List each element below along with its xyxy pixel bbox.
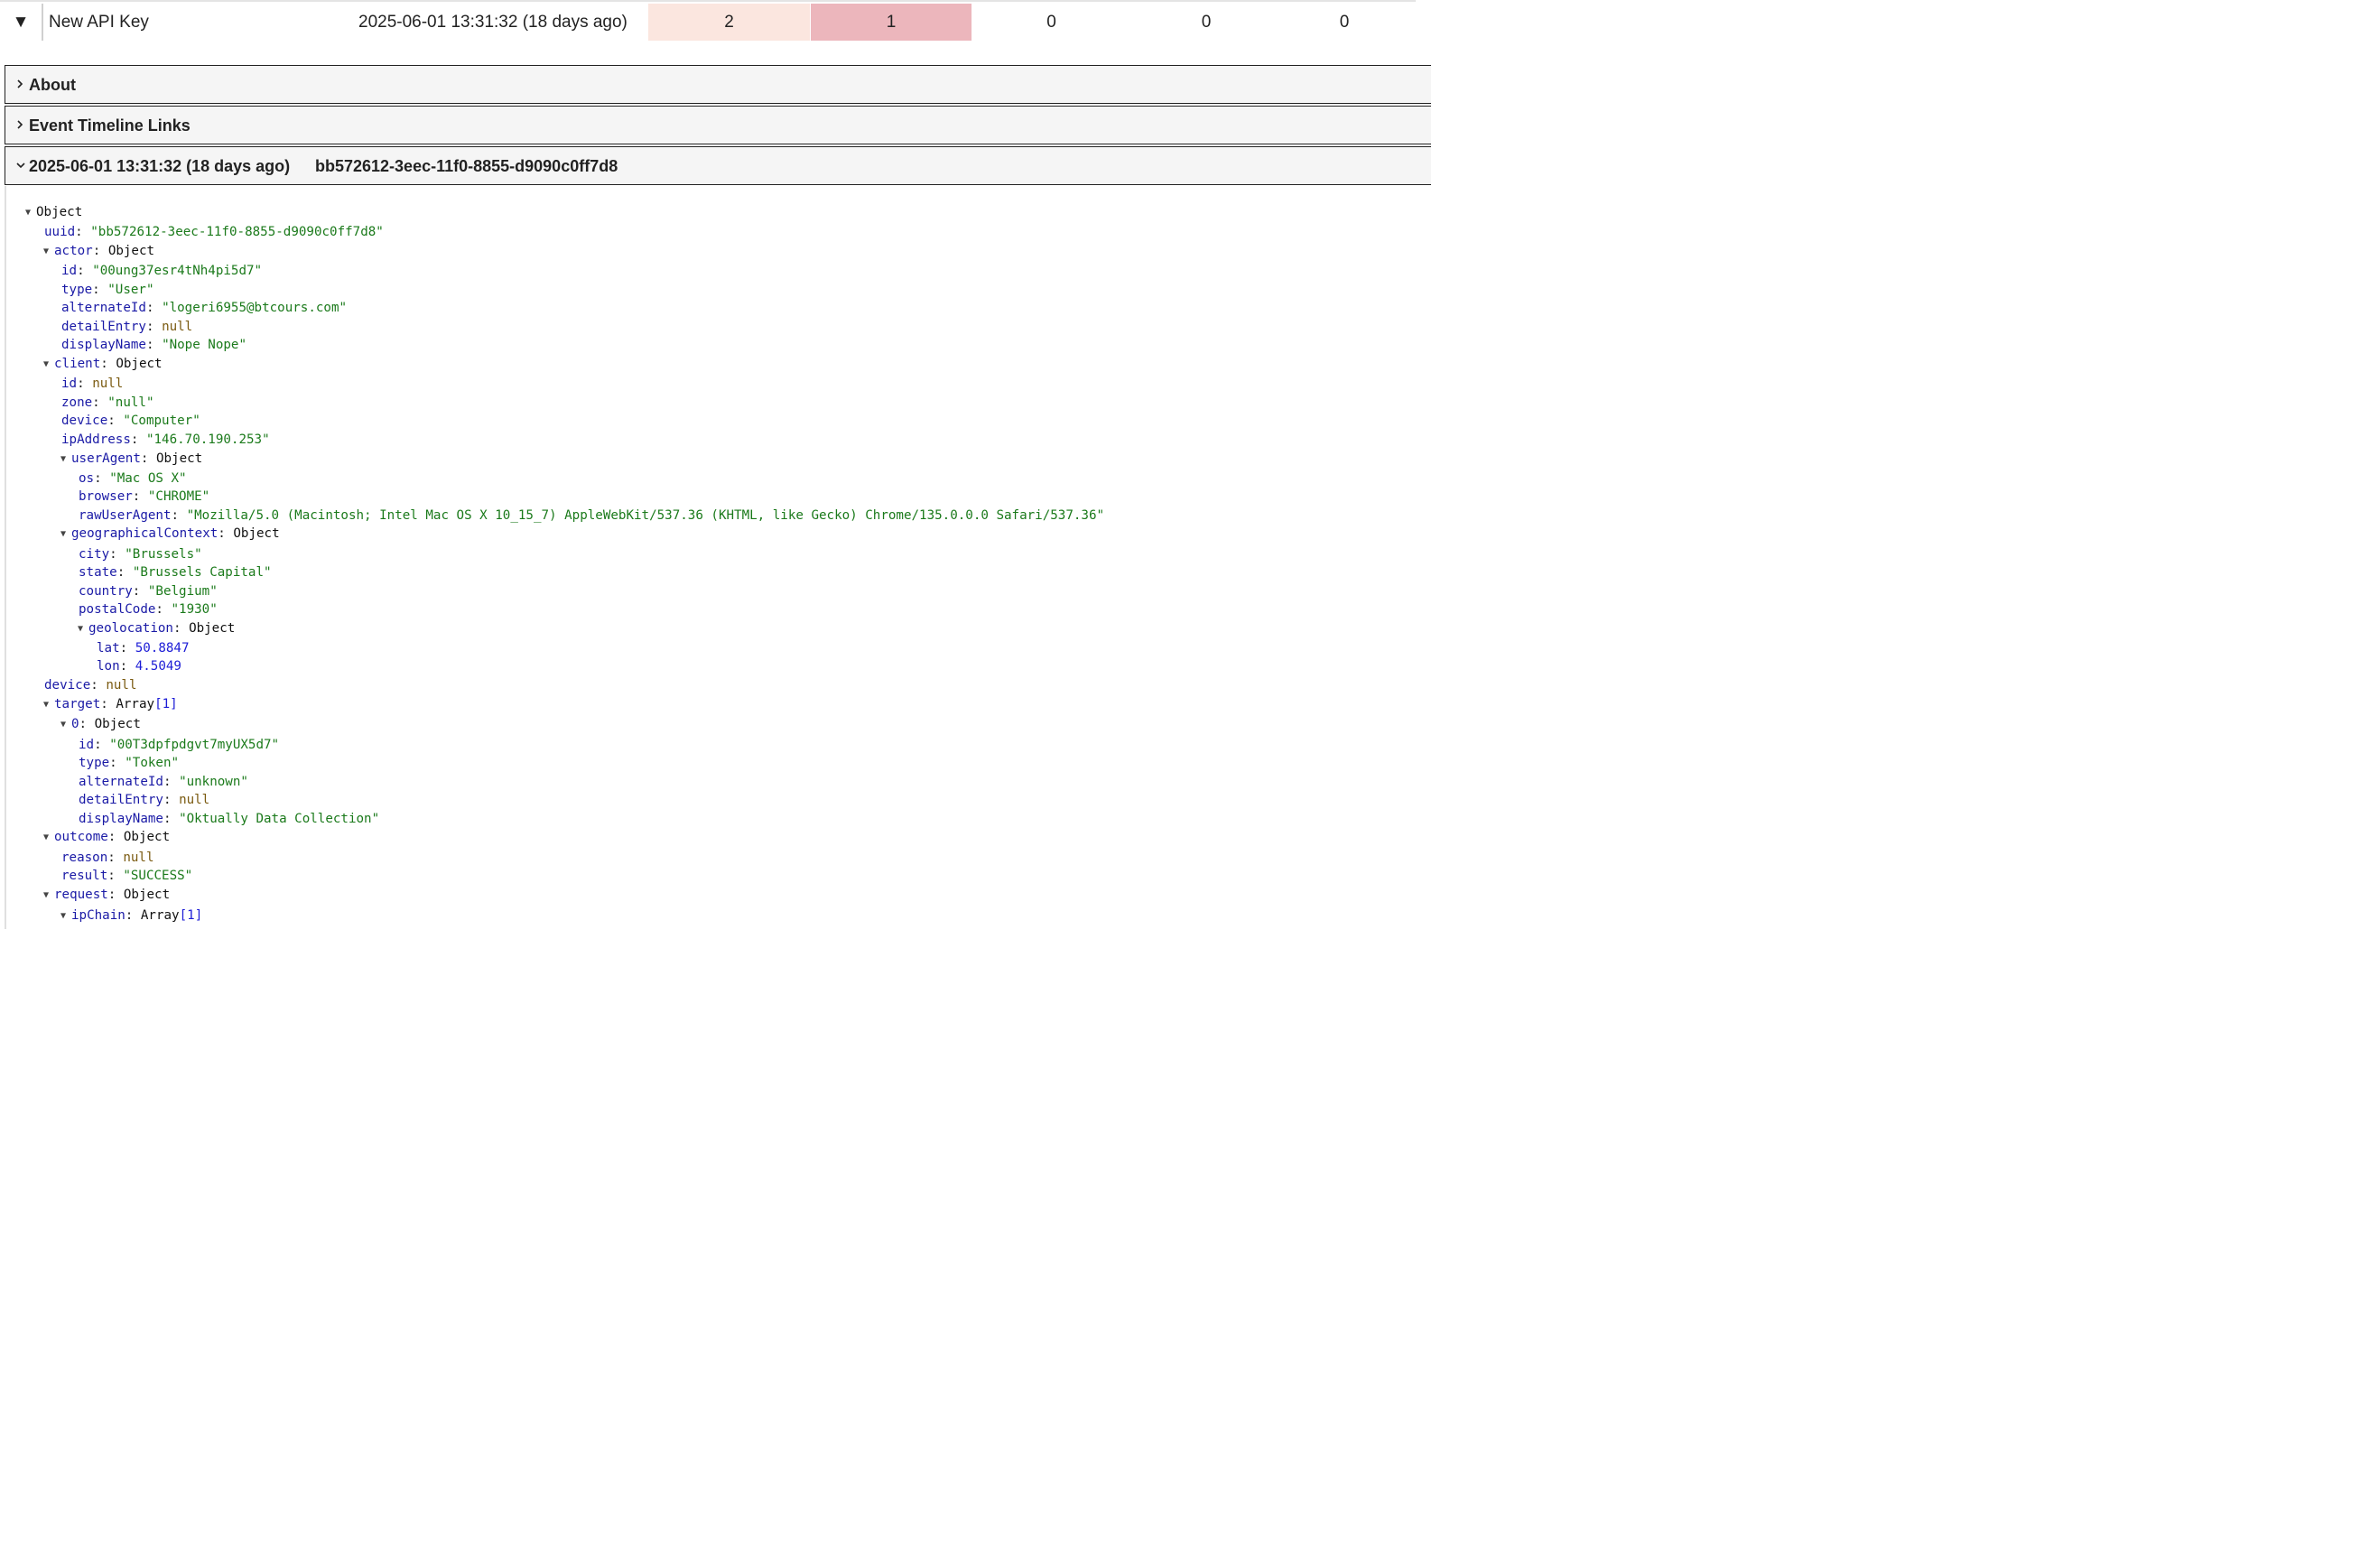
section-about-title: About: [29, 76, 76, 94]
tree-prop-geo-postalCode: postalCode: "1930": [79, 602, 218, 617]
expand-triangle-icon[interactable]: ▼: [60, 907, 71, 925]
tree-node-userAgent[interactable]: ▼ userAgent: Object: [60, 450, 202, 468]
tree-node-client[interactable]: ▼ client: Object: [43, 355, 163, 373]
tree-node-target[interactable]: ▼ target: Array[1]: [43, 695, 178, 713]
tree-prop-target-displayName: displayName: "Oktually Data Collection": [79, 812, 380, 826]
tree-prop-geo-state: state: "Brussels Capital": [79, 565, 272, 580]
tree-node-request[interactable]: ▼ request: Object: [43, 886, 170, 904]
expand-triangle-icon[interactable]: ▼: [43, 829, 54, 847]
tree-prop-geo-lat: lat: 50.8847: [97, 641, 190, 655]
tree-prop-outcome-result: result: "SUCCESS": [61, 869, 193, 883]
tree-prop-device: device: null: [44, 678, 137, 693]
count-cell-4: 0: [1201, 13, 1212, 32]
section-event-detail[interactable]: 2025-06-01 13:31:32 (18 days ago) bb5726…: [5, 146, 1431, 185]
event-name: New API Key: [49, 13, 149, 32]
event-date: 2025-06-01 13:31:32 (18 days ago): [358, 13, 628, 32]
section-event-date-title: 2025-06-01 13:31:32 (18 days ago): [29, 157, 291, 175]
expand-triangle-icon[interactable]: ▼: [60, 451, 71, 469]
row-collapse-toggle[interactable]: ▼: [0, 4, 43, 41]
tree-prop-outcome-reason: reason: null: [61, 851, 154, 865]
expand-triangle-icon[interactable]: ▼: [43, 887, 54, 905]
tree-prop-actor-displayName: displayName: "Nope Nope": [61, 338, 247, 352]
tree-prop-userAgent-os: os: "Mac OS X": [79, 471, 187, 486]
tree-prop-userAgent-raw: rawUserAgent: "Mozilla/5.0 (Macintosh; I…: [79, 508, 1105, 523]
section-event-timeline-links[interactable]: Event Timeline Links: [5, 106, 1431, 144]
expand-triangle-icon[interactable]: ▼: [60, 716, 71, 734]
chevron-down-icon: [16, 163, 25, 169]
tree-prop-uuid: uuid: "bb572612-3eec-11f0-8855-d9090c0ff…: [44, 225, 384, 239]
event-summary-row[interactable]: ▼ New API Key 2025-06-01 13:31:32 (18 da…: [0, 0, 1416, 42]
tree-prop-client-zone: zone: "null": [61, 395, 154, 410]
tree-prop-actor-type: type: "User": [61, 283, 154, 297]
chevron-right-icon: [17, 120, 23, 129]
panel-border: [5, 186, 6, 929]
tree-prop-geo-city: city: "Brussels": [79, 547, 202, 562]
tree-prop-actor-alternateId: alternateId: "logeri6955@btcours.com": [61, 301, 348, 315]
count-cell-2: 1: [811, 4, 972, 41]
section-about[interactable]: About: [5, 65, 1431, 104]
expand-triangle-icon[interactable]: ▼: [25, 204, 36, 222]
tree-node-geolocation[interactable]: ▼ geolocation: Object: [78, 619, 235, 637]
tree-node-actor[interactable]: ▼ actor: Object: [43, 242, 154, 260]
tree-prop-userAgent-browser: browser: "CHROME": [79, 489, 210, 504]
tree-prop-geo-country: country: "Belgium": [79, 584, 218, 599]
tree-node-root[interactable]: ▼ Object: [25, 203, 82, 221]
tree-prop-target-id: id: "00T3dpfpdgvt7myUX5d7": [79, 738, 280, 752]
section-event-uuid: bb572612-3eec-11f0-8855-d9090c0ff7d8: [315, 157, 618, 175]
expand-triangle-icon[interactable]: ▼: [78, 620, 88, 638]
expand-triangle-icon[interactable]: ▼: [43, 696, 54, 714]
count-cell-5: 0: [1339, 13, 1350, 32]
chevron-right-icon: [17, 79, 23, 88]
tree-prop-target-alternateId: alternateId: "unknown": [79, 775, 248, 789]
tree-prop-client-id: id: null: [61, 377, 124, 391]
tree-prop-target-detailEntry: detailEntry: null: [79, 793, 210, 807]
count-cell-1: 2: [648, 4, 810, 41]
expand-triangle-icon[interactable]: ▼: [60, 525, 71, 544]
tree-prop-client-ipAddress: ipAddress: "146.70.190.253": [61, 432, 270, 447]
tree-node-ipChain[interactable]: ▼ ipChain: Array[1]: [60, 907, 202, 925]
tree-prop-actor-id: id: "00ung37esr4tNh4pi5d7": [61, 264, 263, 278]
tree-prop-target-type: type: "Token": [79, 756, 180, 770]
tree-prop-client-device: device: "Computer": [61, 414, 200, 428]
tree-node-outcome[interactable]: ▼ outcome: Object: [43, 828, 170, 846]
expand-triangle-icon[interactable]: ▼: [43, 356, 54, 374]
tree-prop-geo-lon: lon: 4.5049: [97, 659, 181, 674]
count-cell-3: 0: [1046, 13, 1056, 32]
tree-node-target-0[interactable]: ▼ 0: Object: [60, 715, 141, 733]
expand-triangle-icon[interactable]: ▼: [43, 243, 54, 261]
tree-node-geographicalContext[interactable]: ▼ geographicalContext: Object: [60, 525, 280, 543]
tree-prop-actor-detailEntry: detailEntry: null: [61, 320, 193, 334]
section-timeline-links-title: Event Timeline Links: [29, 116, 191, 135]
